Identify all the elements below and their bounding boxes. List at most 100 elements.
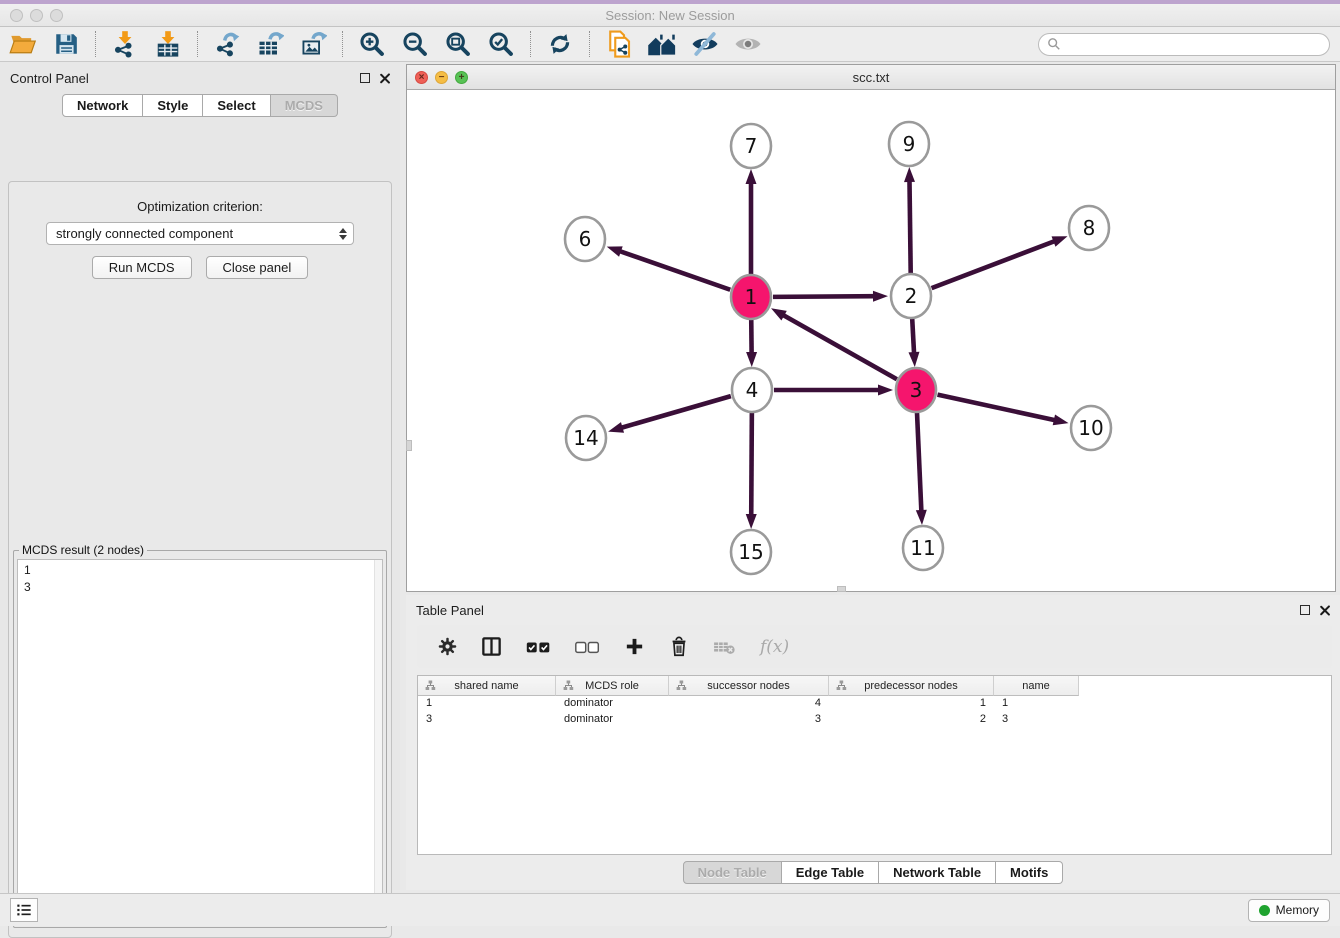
export-table-button[interactable] [255, 29, 285, 59]
toolbar-separator [197, 31, 198, 57]
apply-layout-button[interactable] [545, 29, 575, 59]
network-graph[interactable]: 1234678910111415 [407, 90, 1335, 591]
table-settings-button[interactable] [437, 636, 458, 657]
select-all-columns-button[interactable] [525, 638, 552, 656]
close-table-panel-icon[interactable] [1319, 605, 1330, 616]
cell-name[interactable]: 3 [994, 712, 1079, 728]
table-row[interactable]: 3dominator323 [418, 712, 1331, 728]
column-header-successor-nodes[interactable]: successor nodes [669, 676, 829, 696]
cell-predecessor-nodes[interactable]: 2 [829, 712, 994, 728]
window-zoom-button[interactable] [50, 9, 63, 22]
task-history-button[interactable] [10, 898, 38, 922]
export-image-button[interactable] [298, 29, 328, 59]
node-table[interactable]: shared nameMCDS rolesuccessor nodesprede… [417, 675, 1332, 855]
show-column-panel-button[interactable] [480, 635, 503, 658]
table-row[interactable]: 1dominator411 [418, 696, 1331, 712]
tab-style[interactable]: Style [143, 94, 203, 117]
delete-column-button[interactable] [668, 636, 690, 658]
horizontal-scroll-thumb[interactable] [837, 586, 846, 592]
tab-select[interactable]: Select [203, 94, 270, 117]
open-session-button[interactable] [8, 29, 38, 59]
search-icon [1047, 37, 1061, 51]
column-header-MCDS-role[interactable]: MCDS role [556, 676, 669, 696]
cell-predecessor-nodes[interactable]: 1 [829, 696, 994, 712]
tab-network[interactable]: Network [62, 94, 143, 117]
column-header-name[interactable]: name [994, 676, 1079, 696]
mcds-result-title: MCDS result (2 nodes) [19, 543, 147, 557]
cell-name[interactable]: 1 [994, 696, 1079, 712]
edge-3-1[interactable] [782, 315, 896, 380]
home-button[interactable] [647, 29, 677, 59]
memory-button[interactable]: Memory [1248, 899, 1330, 922]
tab-mcds[interactable]: MCDS [271, 94, 338, 117]
column-header-predecessor-nodes[interactable]: predecessor nodes [829, 676, 994, 696]
edge-3-10[interactable] [937, 395, 1055, 421]
network-minimize-button[interactable]: − [435, 71, 448, 84]
cell-shared-name[interactable]: 1 [418, 696, 556, 712]
cell-successor-nodes[interactable]: 4 [669, 696, 829, 712]
save-session-button[interactable] [51, 29, 81, 59]
optimization-criterion-select[interactable]: strongly connected component [46, 222, 354, 245]
control-panel: Control Panel NetworkStyleSelectMCDS Opt… [0, 62, 400, 890]
columns-icon [480, 635, 503, 658]
cell-MCDS-role[interactable]: dominator [556, 696, 669, 712]
tab-motifs[interactable]: Motifs [996, 861, 1063, 884]
edge-2-9[interactable] [909, 180, 910, 274]
float-table-panel-icon[interactable] [1300, 605, 1310, 615]
result-scrollbar[interactable] [374, 560, 382, 923]
export-network-button[interactable] [212, 29, 242, 59]
arrowhead-icon [746, 169, 757, 184]
network-canvas[interactable]: 1234678910111415 [407, 90, 1335, 591]
delete-table-button-disabled[interactable] [712, 637, 738, 657]
cell-MCDS-role[interactable]: dominator [556, 712, 669, 728]
float-panel-icon[interactable] [360, 73, 370, 83]
arrowhead-icon [908, 352, 919, 367]
unselect-all-columns-button[interactable] [574, 638, 601, 656]
zoom-fit-button[interactable] [443, 29, 473, 59]
column-header-shared-name[interactable]: shared name [418, 676, 556, 696]
cell-shared-name[interactable]: 3 [418, 712, 556, 728]
arrowhead-icon [608, 422, 624, 433]
export-image-icon [299, 30, 327, 58]
status-bar: Memory [0, 893, 1340, 926]
edge-3-11[interactable] [917, 412, 921, 512]
search-input[interactable] [1066, 37, 1321, 51]
run-mcds-button[interactable]: Run MCDS [92, 256, 192, 279]
edge-1-6[interactable] [619, 251, 730, 290]
network-maximize-button[interactable]: + [455, 71, 468, 84]
tab-edge-table[interactable]: Edge Table [782, 861, 879, 884]
zoom-selected-button[interactable] [486, 29, 516, 59]
duplicate-network-button[interactable] [604, 29, 634, 59]
vertical-scroll-thumb[interactable] [406, 440, 412, 451]
mcds-result-text[interactable]: 1 3 [17, 559, 383, 924]
edge-1-2[interactable] [773, 296, 875, 297]
tab-node-table[interactable]: Node Table [683, 861, 782, 884]
window-minimize-button[interactable] [30, 9, 43, 22]
window-traffic-lights[interactable] [10, 9, 63, 22]
function-builder-button-disabled[interactable]: f(x) [760, 637, 789, 657]
import-table-button[interactable] [153, 29, 183, 59]
zoom-out-button[interactable] [400, 29, 430, 59]
close-panel-button[interactable]: Close panel [206, 256, 309, 279]
close-panel-icon[interactable] [379, 73, 390, 84]
zoom-in-button[interactable] [357, 29, 387, 59]
import-network-button[interactable] [110, 29, 140, 59]
hide-graphics-button[interactable] [690, 29, 720, 59]
show-graphics-button[interactable] [733, 29, 763, 59]
toolbar-separator [95, 31, 96, 57]
window-close-button[interactable] [10, 9, 23, 22]
eye-slash-icon [690, 29, 720, 59]
node-label-2: 2 [905, 284, 918, 308]
edge-4-15[interactable] [751, 412, 752, 516]
cell-successor-nodes[interactable]: 3 [669, 712, 829, 728]
hierarchy-icon [425, 680, 436, 691]
network-close-button[interactable]: × [415, 71, 428, 84]
tab-network-table[interactable]: Network Table [879, 861, 996, 884]
node-label-8: 8 [1083, 216, 1096, 240]
search-field[interactable] [1038, 33, 1330, 56]
edge-2-8[interactable] [932, 241, 1056, 288]
edge-4-14[interactable] [621, 396, 731, 428]
edge-2-3[interactable] [912, 318, 914, 354]
network-window-titlebar[interactable]: × − + scc.txt [407, 65, 1335, 90]
create-column-button[interactable] [623, 635, 646, 658]
